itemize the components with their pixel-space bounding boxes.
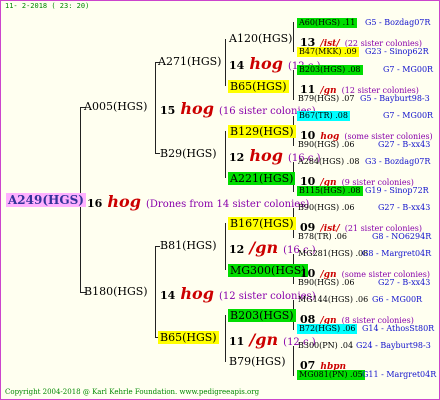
- copyright-notice: Copyright 2004-2018 @ Karl Kehrle Founda…: [5, 388, 260, 396]
- gen2-num: 11: [229, 335, 245, 348]
- root-hog: hog: [107, 192, 141, 211]
- connector: [293, 70, 294, 100]
- gen4-queen[interactable]: B79(HGS) .07: [298, 95, 354, 103]
- gen4-apiary: G23 - Sinop62R: [365, 47, 429, 56]
- gen4-queen[interactable]: B90(HGS) .06: [298, 141, 354, 149]
- gen4-queen[interactable]: B72(HGS) .06: [297, 324, 358, 334]
- gen4-queen[interactable]: B90(HGS) .06: [298, 279, 354, 287]
- connector: [225, 223, 226, 270]
- gen2-num: 14: [229, 59, 245, 72]
- gen1-drone-info: 15 hog (16 sister colonies): [160, 101, 316, 117]
- gen3-queen[interactable]: B167(HGS): [228, 217, 296, 230]
- connector: [225, 315, 226, 362]
- connector: [225, 39, 226, 86]
- gen4-apiary: G5 - Bozdag07R: [365, 18, 431, 27]
- gen4-apiary: G5 - Bayburt98-3: [360, 94, 430, 103]
- gen2-queen[interactable]: A271(HGS): [158, 56, 221, 67]
- gen1-hog: hog: [180, 284, 214, 303]
- gen1-queen[interactable]: A005(HGS): [84, 101, 147, 112]
- date-stamp: 11- 2-2018 ( 23: 20): [5, 2, 90, 10]
- root-queen-label[interactable]: A249(HGS): [6, 193, 86, 207]
- gen4-queen[interactable]: B115(HGS) .08: [297, 186, 363, 196]
- gen4-apiary: G14 - AthosSt80R: [362, 324, 435, 333]
- gen4-apiary: G27 - B-xx43: [378, 203, 431, 212]
- gen4-queen[interactable]: MG281(HGS) .08: [298, 250, 368, 258]
- gen3-queen[interactable]: B203(HGS): [228, 309, 296, 322]
- gen2-hog: hog: [249, 146, 283, 165]
- gen4-queen[interactable]: A284(HGS) .08: [298, 158, 359, 166]
- gen1-drone-info: 14 hog (12 sister colonies): [160, 286, 316, 302]
- gen4-queen[interactable]: B47(MKK) .09: [297, 47, 359, 57]
- gen4-queen[interactable]: MG144(HGS) .06: [298, 296, 368, 304]
- gen4-apiary: G8 - Margret04R: [362, 249, 432, 258]
- gen4-queen[interactable]: MG081(PN) .05: [297, 370, 365, 380]
- gen4-queen[interactable]: B300(PN) .04: [298, 342, 353, 350]
- gen4-queen[interactable]: A60(HGS) .11: [297, 18, 358, 28]
- gen4-apiary: G7 - MG00R: [383, 111, 434, 120]
- gen2-hog: /gn: [249, 238, 279, 257]
- gen4-apiary: G8 - NO6294R: [372, 232, 432, 241]
- gen4-apiary: G11 - Margret04R: [362, 370, 437, 379]
- gen4-apiary: G19 - Sinop72R: [365, 186, 429, 195]
- gen4-apiary: G6 - MG00R: [372, 295, 423, 304]
- connector: [155, 246, 156, 338]
- gen4-queen[interactable]: B90(HGS) .06: [298, 204, 354, 212]
- connector: [155, 62, 156, 154]
- gen1-hog: hog: [180, 99, 214, 118]
- gen1-num: 15: [160, 104, 176, 117]
- gen4-apiary: G24 - Bayburt98-3: [356, 341, 431, 350]
- gen2-queen[interactable]: B65(HGS): [158, 331, 219, 344]
- gen4-apiary: G27 - B-xx43: [378, 278, 431, 287]
- connector: [293, 346, 294, 376]
- gen4-apiary: G3 - Bozdag07R: [365, 157, 431, 166]
- gen4-apiary: G27 - B-xx43: [378, 140, 431, 149]
- gen1-queen[interactable]: B180(HGS): [84, 286, 148, 297]
- gen3-queen[interactable]: A120(HGS): [229, 33, 292, 44]
- gen2-queen[interactable]: B29(HGS): [160, 148, 217, 159]
- connector: [225, 131, 226, 178]
- gen4-queen[interactable]: B67(TR) .08: [297, 111, 350, 121]
- gen1-num: 14: [160, 289, 176, 302]
- gen3-queen[interactable]: MG300(HGS): [228, 264, 308, 277]
- connector: [293, 22, 294, 52]
- gen2-queen[interactable]: B81(HGS): [160, 240, 217, 251]
- gen4-queen[interactable]: B203(HGS) .08: [297, 65, 363, 75]
- root-num: 16: [87, 197, 103, 210]
- gen4-apiary: G7 - MG00R: [383, 65, 434, 74]
- gen4-queen[interactable]: B78(TR) .06: [298, 233, 347, 241]
- gen3-queen[interactable]: B65(HGS): [228, 80, 289, 93]
- root-drone-info: 16 hog (Drones from 14 sister colonies): [87, 194, 309, 210]
- gen3-queen[interactable]: A221(HGS): [228, 172, 296, 185]
- gen2-hog: /gn: [249, 330, 279, 349]
- gen2-num: 12: [229, 243, 245, 256]
- gen3-queen[interactable]: B129(HGS): [228, 125, 296, 138]
- gen3-queen[interactable]: B79(HGS): [229, 356, 286, 367]
- root-note: (Drones from 14 sister colonies): [146, 199, 310, 210]
- gen2-num: 12: [229, 151, 245, 164]
- gen2-hog: hog: [249, 54, 283, 73]
